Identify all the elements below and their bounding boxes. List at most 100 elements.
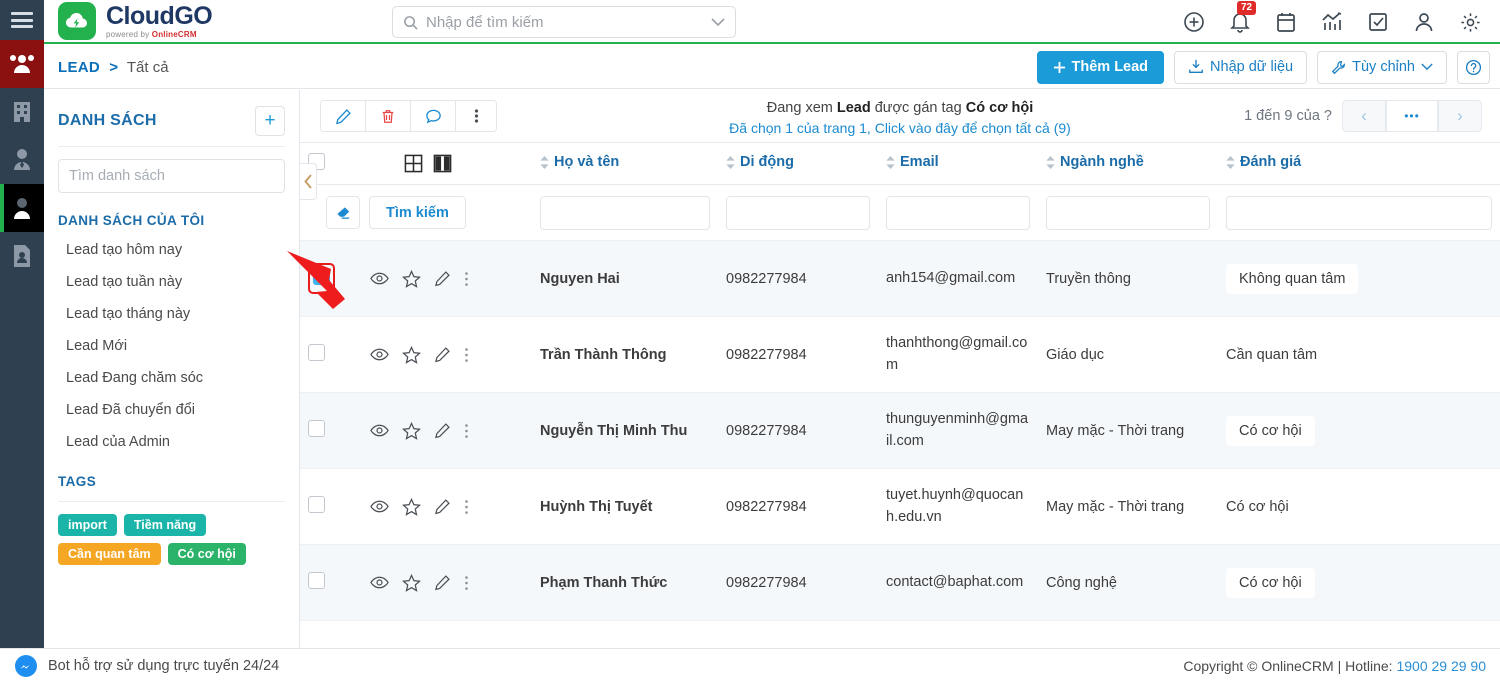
edit-icon[interactable] (434, 574, 451, 591)
rail-item-person-active[interactable] (0, 184, 44, 232)
column-header-rating[interactable]: Đánh giá (1218, 142, 1500, 185)
prev-page-button[interactable]: ‹ (1342, 100, 1386, 132)
more-vertical-icon[interactable] (464, 575, 469, 591)
global-search[interactable] (392, 6, 736, 38)
sidebar-item-lead-today[interactable]: Lead tạo hôm nay (44, 234, 299, 266)
rail-item-contacts[interactable] (0, 136, 44, 184)
row-checkbox[interactable] (308, 496, 325, 513)
task-check-icon[interactable] (1366, 10, 1390, 34)
add-lead-button[interactable]: Thêm Lead (1036, 50, 1165, 84)
edit-icon[interactable] (434, 346, 451, 363)
tag-tiem-nang[interactable]: Tiềm năng (123, 514, 207, 536)
table-row[interactable]: Trần Thành Thông 0982277984 thanhthong@g… (300, 316, 1500, 393)
breadcrumb-module[interactable]: LEAD (58, 59, 100, 76)
star-icon[interactable] (402, 421, 421, 440)
filter-input-rating[interactable] (1226, 195, 1492, 230)
table-row[interactable]: Nguyen Hai 0982277984 anh154@gmail.com T… (300, 240, 1500, 317)
sidebar-item-lead-converted[interactable]: Lead Đã chuyển đổi (44, 394, 299, 426)
cell-name[interactable]: Nguyễn Thị Minh Thu (532, 392, 718, 469)
user-icon[interactable] (1412, 10, 1436, 34)
edit-icon[interactable] (434, 498, 451, 515)
next-page-button[interactable]: › (1438, 100, 1482, 132)
column-header-name[interactable]: Họ và tên (532, 142, 718, 185)
cell-name[interactable]: Phạm Thanh Thức (532, 544, 718, 621)
sidebar-item-lead-new[interactable]: Lead Mới (44, 330, 299, 362)
column-header-email[interactable]: Email (878, 142, 1038, 185)
cell-email[interactable]: thunguyenminh@gmail.com (878, 392, 1038, 469)
add-circle-icon[interactable] (1182, 10, 1206, 34)
add-list-button[interactable]: + (255, 106, 285, 136)
cell-name[interactable]: Nguyen Hai (532, 240, 718, 317)
column-header-industry[interactable]: Ngành nghề (1038, 142, 1218, 185)
row-checkbox[interactable] (308, 344, 325, 361)
eye-icon[interactable] (370, 347, 389, 362)
collapse-sidebar-button[interactable] (300, 163, 317, 200)
eye-icon[interactable] (370, 499, 389, 514)
filter-input-industry[interactable] (1046, 195, 1210, 230)
star-icon[interactable] (402, 269, 421, 288)
search-input[interactable] (426, 13, 711, 31)
sidebar-item-lead-nurturing[interactable]: Lead Đang chăm sóc (44, 362, 299, 394)
tag-import[interactable]: import (58, 514, 117, 536)
cell-rating: Cần quan tâm (1218, 316, 1500, 393)
list-search-input[interactable] (69, 168, 274, 184)
grid-view-icon[interactable] (404, 154, 423, 173)
rail-item-leads[interactable] (0, 40, 44, 88)
cell-rating: Không quan tâm (1218, 240, 1500, 317)
more-vertical-icon[interactable] (464, 347, 469, 363)
table-row[interactable]: Nguyễn Thị Minh Thu 0982277984 thunguyen… (300, 392, 1500, 469)
list-search[interactable] (58, 159, 285, 193)
split-view-icon[interactable] (433, 154, 452, 173)
customize-button[interactable]: Tùy chỉnh (1317, 50, 1447, 84)
column-header-mobile[interactable]: Di động (718, 142, 878, 185)
cell-email[interactable]: contact@baphat.com (878, 544, 1038, 621)
sidebar-item-lead-week[interactable]: Lead tạo tuần này (44, 266, 299, 298)
import-data-button[interactable]: Nhập dữ liệu (1174, 50, 1308, 84)
analytics-icon[interactable] (1320, 10, 1344, 34)
eye-icon[interactable] (370, 575, 389, 590)
calendar-icon[interactable] (1274, 10, 1298, 34)
help-button[interactable] (1457, 50, 1490, 84)
more-vertical-icon[interactable] (464, 499, 469, 515)
row-checkbox[interactable] (313, 268, 330, 285)
filter-input-name[interactable] (540, 195, 710, 230)
bell-icon[interactable]: 72 (1228, 1, 1257, 34)
brand-logo[interactable]: CloudGO powered by OnlineCRM (58, 2, 213, 40)
menu-toggle[interactable] (0, 0, 44, 40)
tag-co-co-hoi[interactable]: Có cơ hội (167, 543, 246, 565)
eye-icon[interactable] (370, 271, 389, 286)
row-checkbox[interactable] (308, 572, 325, 589)
eye-icon[interactable] (370, 423, 389, 438)
hamburger-icon[interactable] (11, 12, 33, 28)
filter-input-email[interactable] (886, 195, 1030, 230)
sidebar-item-lead-month[interactable]: Lead tạo tháng này (44, 298, 299, 330)
search-filter-button[interactable]: Tìm kiếm (369, 196, 466, 229)
star-icon[interactable] (402, 573, 421, 592)
rail-item-documents[interactable] (0, 232, 44, 280)
cell-email[interactable]: tuyet.huynh@quocanh.edu.vn (878, 468, 1038, 545)
table-row[interactable]: Phạm Thanh Thức 0982277984 contact@bapha… (300, 544, 1500, 621)
hotline-number[interactable]: 1900 29 29 90 (1396, 658, 1486, 674)
more-vertical-icon[interactable] (464, 423, 469, 439)
chevron-down-icon[interactable] (711, 17, 725, 27)
clear-filter-button[interactable] (326, 196, 360, 229)
cell-email[interactable]: anh154@gmail.com (878, 240, 1038, 317)
more-pages-button[interactable]: ••• (1386, 100, 1438, 132)
edit-icon[interactable] (434, 422, 451, 439)
more-vertical-icon[interactable] (464, 271, 469, 287)
bot-support[interactable]: Bot hỗ trợ sử dụng trực tuyến 24/24 (14, 654, 279, 678)
sidebar-item-lead-admin[interactable]: Lead của Admin (44, 426, 299, 458)
gear-icon[interactable] (1458, 10, 1482, 34)
filter-input-mobile[interactable] (726, 195, 870, 230)
cell-email[interactable]: thanhthong@gmail.com (878, 316, 1038, 393)
cell-name[interactable]: Huỳnh Thị Tuyết (532, 468, 718, 545)
rail-item-company[interactable] (0, 88, 44, 136)
tag-can-quan-tam[interactable]: Cần quan tâm (58, 543, 161, 565)
row-checkbox[interactable] (308, 420, 325, 437)
star-icon[interactable] (402, 345, 421, 364)
cell-name[interactable]: Trần Thành Thông (532, 316, 718, 393)
person-icon (14, 198, 30, 219)
star-icon[interactable] (402, 497, 421, 516)
table-row[interactable]: Huỳnh Thị Tuyết 0982277984 tuyet.huynh@q… (300, 468, 1500, 545)
edit-icon[interactable] (434, 270, 451, 287)
